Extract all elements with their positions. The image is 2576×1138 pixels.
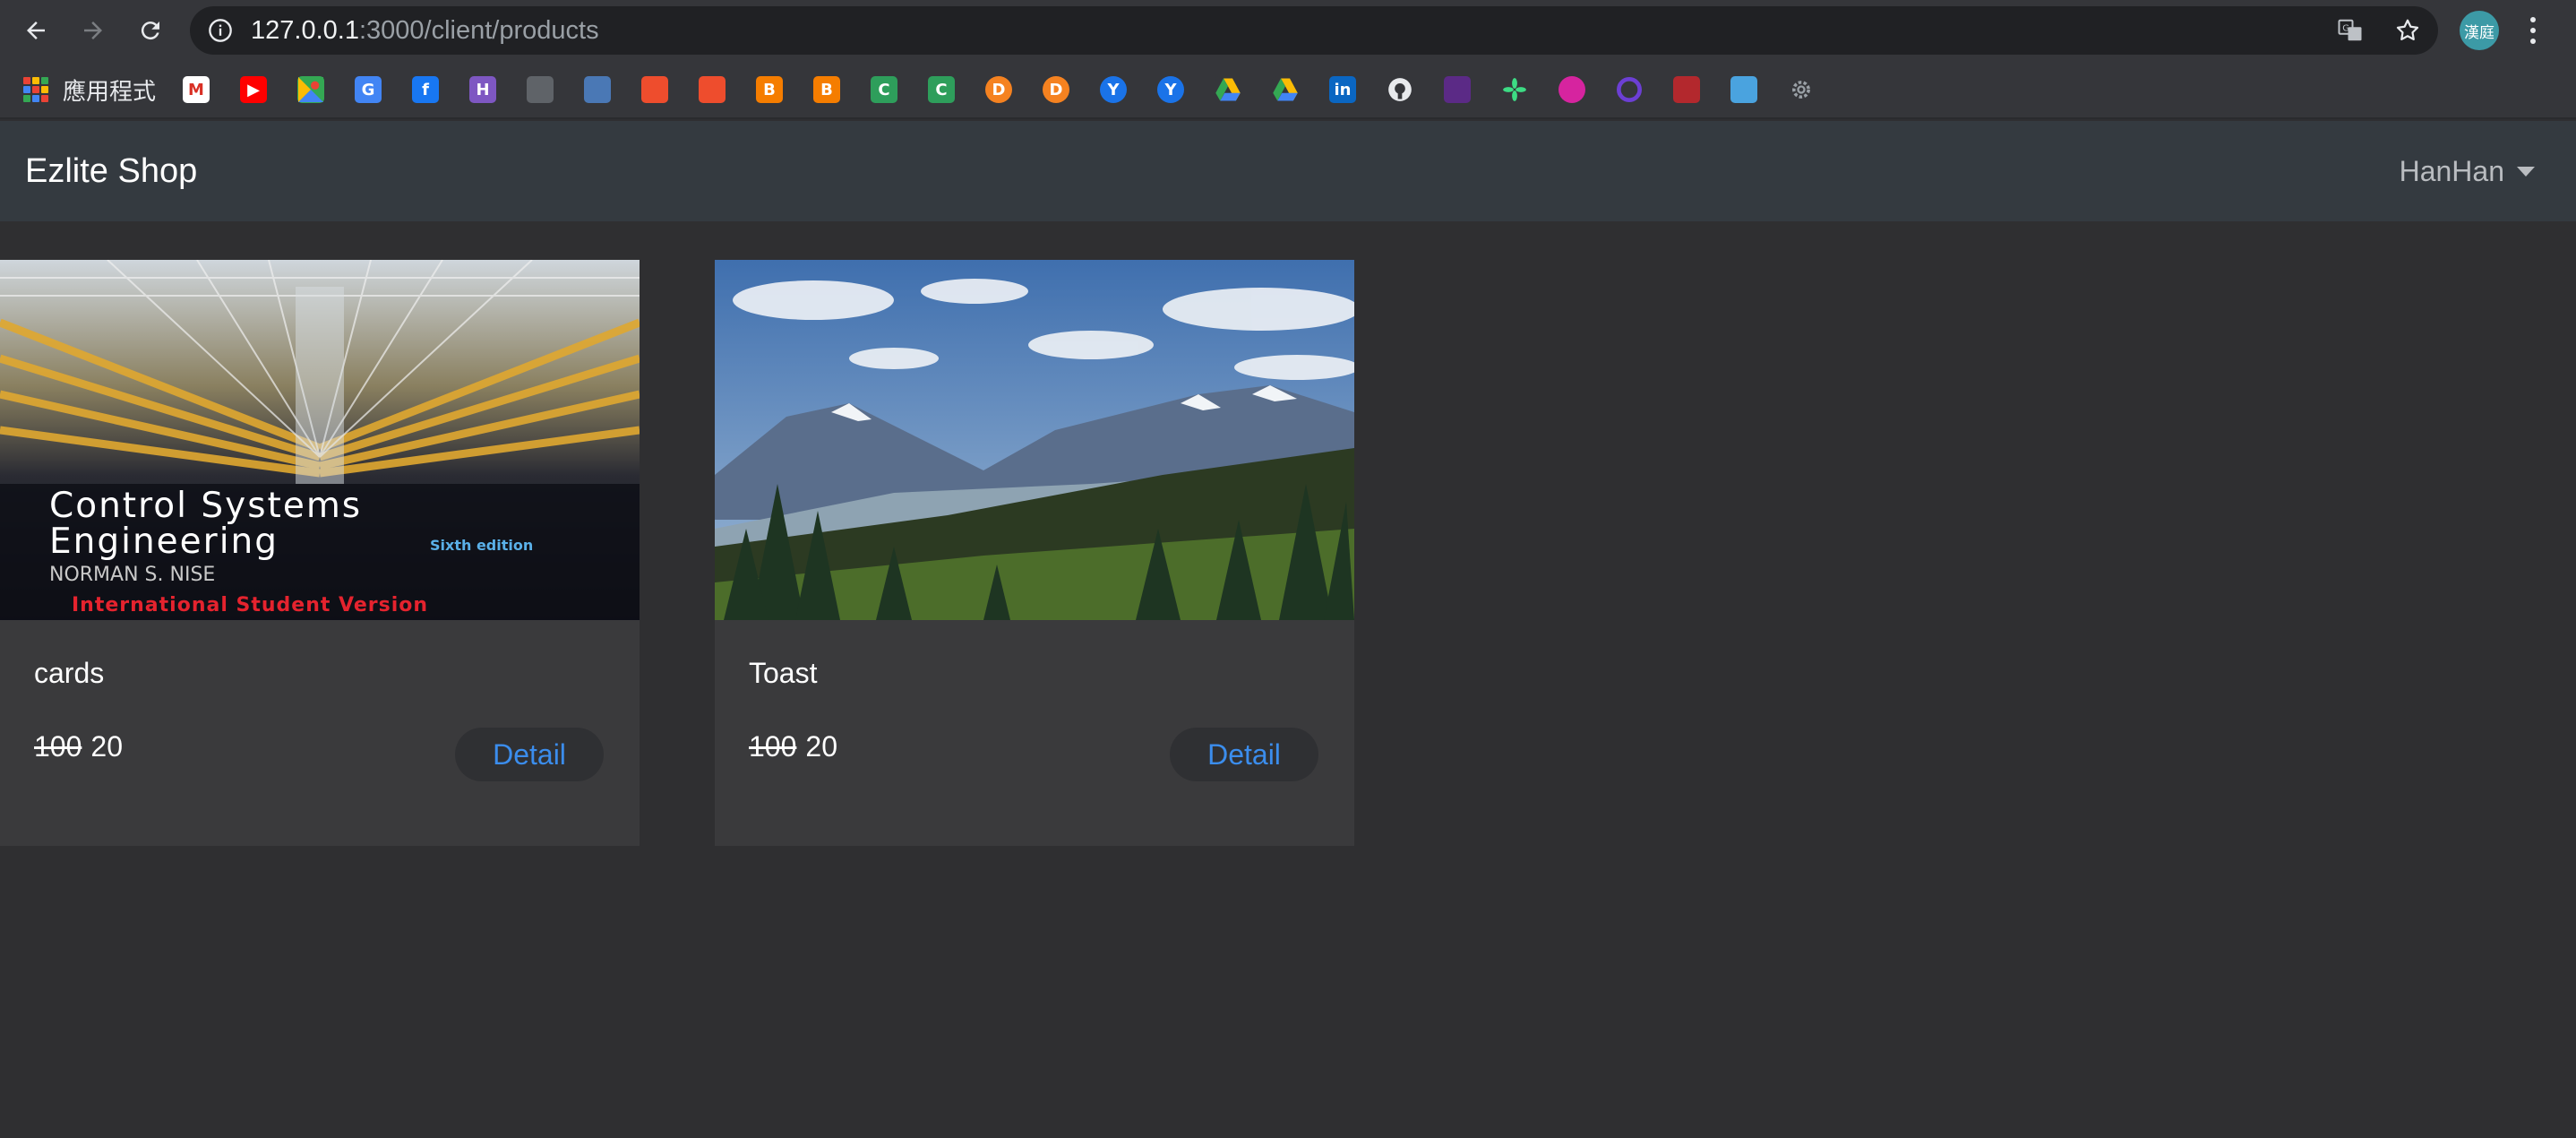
info-icon[interactable]: [208, 18, 233, 43]
sale-price: 20: [90, 730, 123, 763]
detail-button[interactable]: Detail: [1170, 728, 1318, 781]
url-text[interactable]: 127.0.0.1:3000/client/products: [251, 6, 599, 55]
blogger-icon[interactable]: B: [756, 76, 783, 103]
original-price: 100: [34, 730, 82, 763]
product-title: cards: [34, 657, 105, 689]
google-drive-icon[interactable]: [1215, 76, 1241, 103]
mountain-landscape-image: [715, 260, 1354, 620]
back-arrow-icon: [27, 22, 45, 39]
green-star-icon[interactable]: [1501, 76, 1528, 103]
bookmark-star-icon[interactable]: [2393, 16, 2422, 45]
purple-app-icon[interactable]: [1444, 76, 1471, 103]
blocked-icon[interactable]: [584, 76, 611, 103]
c-icon[interactable]: C: [871, 76, 897, 103]
tool-icon[interactable]: [527, 76, 554, 103]
cover-banner: International Student Version: [72, 594, 428, 616]
google-drive-icon[interactable]: [1272, 76, 1299, 103]
orange-round-icon[interactable]: D: [985, 76, 1012, 103]
forward-arrow-icon: [84, 22, 102, 39]
apps-label: 應用程式: [63, 78, 157, 106]
product-card: Control Systems Engineering Sixth editio…: [0, 260, 640, 846]
address-bar[interactable]: 127.0.0.1:3000/client/products G: [190, 6, 2438, 55]
bookmarks-bar: 應用程式 M ▶ Gf H B B C C D D Y Yin: [0, 60, 2576, 119]
user-name: HanHan: [2399, 155, 2504, 187]
blogger-icon[interactable]: B: [813, 76, 840, 103]
browser-toolbar: 127.0.0.1:3000/client/products G 漢庭: [0, 0, 2576, 60]
blue-app-icon[interactable]: [1730, 76, 1757, 103]
detail-button[interactable]: Detail: [455, 728, 604, 781]
forward-button[interactable]: [72, 9, 115, 52]
github-icon[interactable]: [1387, 76, 1413, 103]
url-path: :3000/client/products: [358, 16, 599, 45]
product-card: Toast 100 20 Detail: [715, 260, 1354, 846]
youtube-icon[interactable]: ▶: [240, 76, 267, 103]
shopee-icon[interactable]: [641, 76, 668, 103]
book-cover-image: Control Systems Engineering Sixth editio…: [0, 260, 640, 620]
google-translate-icon[interactable]: G: [355, 76, 382, 103]
purple-swirl-icon[interactable]: [1616, 76, 1643, 103]
back-button[interactable]: [14, 9, 57, 52]
url-host: 127.0.0.1: [251, 16, 359, 45]
original-price: 100: [749, 730, 797, 763]
blue-round-icon[interactable]: Y: [1157, 76, 1184, 103]
orange-round-icon[interactable]: D: [1043, 76, 1069, 103]
gmail-icon[interactable]: M: [183, 76, 210, 103]
cover-author: NORMAN S. NISE: [49, 564, 215, 586]
apps-grid-icon: [23, 77, 48, 102]
linkedin-icon[interactable]: in: [1329, 76, 1356, 103]
google-maps-icon[interactable]: [297, 76, 324, 103]
facebook-icon[interactable]: f: [412, 76, 439, 103]
svg-text:G: G: [2342, 24, 2349, 34]
product-price: 100 20: [34, 730, 123, 763]
translate-icon[interactable]: G: [2336, 16, 2365, 45]
reload-icon: [141, 22, 159, 40]
reload-button[interactable]: [129, 9, 172, 52]
shopee-icon[interactable]: [699, 76, 726, 103]
menu-kebab-icon[interactable]: [2524, 13, 2542, 48]
sale-price: 20: [805, 730, 837, 763]
gear-icon[interactable]: [1788, 76, 1815, 103]
user-dropdown[interactable]: HanHan: [2400, 121, 2535, 221]
red-app-icon[interactable]: [1673, 76, 1700, 103]
profile-avatar[interactable]: 漢庭: [2460, 11, 2499, 50]
cover-edition: Sixth edition: [430, 537, 533, 554]
caret-down-icon: [2517, 166, 2535, 177]
hackmd-icon[interactable]: H: [469, 76, 496, 103]
blue-round-icon[interactable]: Y: [1100, 76, 1127, 103]
product-title: Toast: [749, 657, 818, 689]
app-navbar: Ezlite Shop HanHan: [0, 121, 2576, 221]
brand-link[interactable]: Ezlite Shop: [25, 121, 197, 221]
cover-title-line1: Control Systems: [49, 486, 362, 526]
c-icon[interactable]: C: [928, 76, 955, 103]
cover-title-line2: Engineering: [49, 522, 279, 562]
instagram-icon[interactable]: [1558, 76, 1585, 103]
apps-shortcut[interactable]: 應用程式: [23, 74, 157, 106]
product-price: 100 20: [749, 730, 837, 763]
